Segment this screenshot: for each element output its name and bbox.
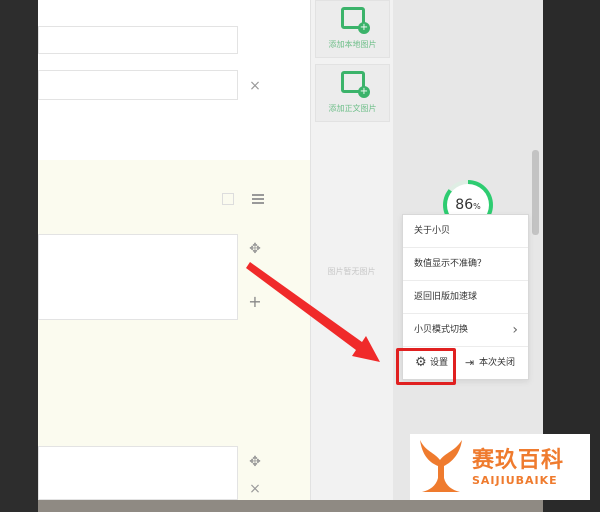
whale-tail-icon	[420, 440, 462, 492]
watermark-name-cn: 赛玖百科	[472, 448, 565, 473]
watermark-logo: 赛玖百科 SAIJIUBAIKE	[410, 434, 590, 500]
watermark-name-en: SAIJIUBAIKE	[472, 474, 558, 487]
